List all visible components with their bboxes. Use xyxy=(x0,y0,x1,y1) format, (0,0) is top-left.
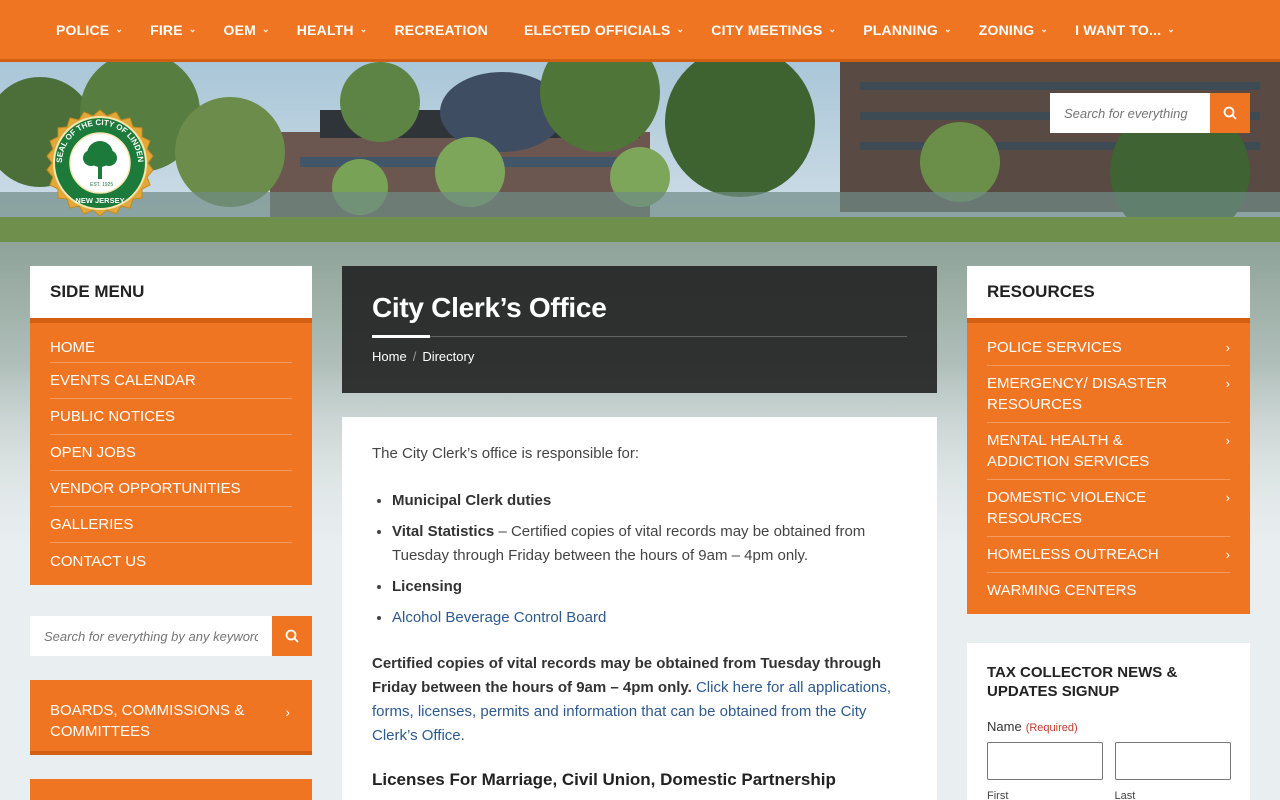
side-menu-title: SIDE MENU xyxy=(30,266,312,323)
tax-signup-form: TAX COLLECTOR NEWS & UPDATES SIGNUP Name… xyxy=(967,643,1250,800)
side-menu-item-contact-us[interactable]: CONTACT US xyxy=(50,543,292,579)
licenses-heading: Licenses For Marriage, Civil Union, Dome… xyxy=(372,770,836,789)
resource-item-police-services[interactable]: POLICE SERVICES › xyxy=(987,337,1230,366)
side-menu-item-home[interactable]: HOME xyxy=(50,333,292,363)
city-seal-logo[interactable]: SEAL OF THE CITY OF LINDEN EST. 1925 NEW… xyxy=(45,108,155,218)
name-sublabels: First Last xyxy=(987,790,1230,800)
chevron-down-icon: ⌄ xyxy=(828,24,837,34)
breadcrumb: Home / Directory xyxy=(372,349,907,364)
nav-police[interactable]: POLICE ⌄ xyxy=(56,22,123,38)
signup-title: TAX COLLECTOR NEWS & UPDATES SIGNUP xyxy=(987,664,1178,700)
header-search xyxy=(1050,93,1250,133)
side-menu-item-events-calendar[interactable]: EVENTS CALENDAR xyxy=(50,363,292,399)
resource-item-emergency-disaster[interactable]: EMERGENCY/ DISASTER RESOURCES › xyxy=(987,366,1230,423)
last-name-field[interactable] xyxy=(1115,742,1231,780)
resources-list: POLICE SERVICES › EMERGENCY/ DISASTER RES… xyxy=(967,323,1250,614)
last-sublabel: Last xyxy=(1114,790,1136,800)
resource-item-warming-centers[interactable]: WARMING CENTERS xyxy=(987,573,1230,608)
chevron-right-icon: › xyxy=(285,704,290,720)
resources-panel: RESOURCES POLICE SERVICES › EMERGENCY/ DI… xyxy=(967,266,1250,614)
side-search xyxy=(30,616,312,656)
side-menu-item-vendor-opportunities[interactable]: VENDOR OPPORTUNITIES xyxy=(50,471,292,507)
side-menu: SIDE MENU HOME EVENTS CALENDAR PUBLIC NO… xyxy=(30,266,312,585)
list-item: Alcohol Beverage Control Board xyxy=(392,606,907,630)
chevron-right-icon: › xyxy=(1225,547,1230,562)
main-content: The City Clerk’s office is responsible f… xyxy=(342,417,937,800)
nav-fire[interactable]: FIRE ⌄ xyxy=(150,22,196,38)
first-sublabel: First xyxy=(987,790,1009,800)
nav-elected-officials[interactable]: ELECTED OFFICIALS ⌄ xyxy=(524,22,684,38)
chevron-down-icon: ⌄ xyxy=(262,24,270,34)
list-item: Licensing xyxy=(392,575,907,599)
boards-label: BOARDS, COMMISSIONS & COMMITTEES xyxy=(50,702,245,740)
nav-planning[interactable]: PLANNING ⌄ xyxy=(863,22,951,38)
resource-item-homeless-outreach[interactable]: HOMELESS OUTREACH › xyxy=(987,537,1230,573)
resources-title: RESOURCES xyxy=(967,266,1250,323)
header-search-input[interactable] xyxy=(1050,93,1210,133)
search-icon xyxy=(285,629,299,643)
name-label: Name (Required) xyxy=(987,719,1078,734)
intro-text: The City Clerk’s office is responsible f… xyxy=(372,445,640,462)
chevron-down-icon: ⌄ xyxy=(676,24,685,34)
chevron-down-icon: ⌄ xyxy=(1167,24,1176,34)
chevron-down-icon: ⌄ xyxy=(115,24,124,34)
vital-records-paragraph: Certified copies of vital records may be… xyxy=(372,655,892,744)
breadcrumb-home[interactable]: Home xyxy=(372,349,407,364)
city-seal-icon: SEAL OF THE CITY OF LINDEN EST. 1925 NEW… xyxy=(46,109,154,217)
name-fields xyxy=(987,742,1231,780)
chevron-right-icon: › xyxy=(1225,490,1230,505)
list-item: Municipal Clerk duties xyxy=(392,489,907,513)
chevron-right-icon: › xyxy=(1225,433,1230,448)
resource-item-domestic-violence[interactable]: DOMESTIC VIOLENCE RESOURCES › xyxy=(987,480,1230,537)
required-marker: (Required) xyxy=(1025,722,1078,734)
side-menu-item-public-notices[interactable]: PUBLIC NOTICES xyxy=(50,399,292,435)
first-name-field[interactable] xyxy=(987,742,1103,780)
top-nav: POLICE ⌄ FIRE ⌄ OEM ⌄ HEALTH ⌄ RECREATION EL… xyxy=(0,0,1280,62)
title-divider xyxy=(372,335,907,338)
nav-zoning[interactable]: ZONING ⌄ xyxy=(979,22,1048,38)
svg-text:EST.: EST. xyxy=(90,182,101,188)
chevron-down-icon: ⌄ xyxy=(943,24,952,34)
resource-item-mental-health[interactable]: MENTAL HEALTH & ADDICTION SERVICES › xyxy=(987,423,1230,480)
side-menu-item-galleries[interactable]: GALLERIES xyxy=(50,507,292,543)
side-search-button[interactable] xyxy=(272,616,312,656)
svg-text:1925: 1925 xyxy=(102,182,113,188)
page-title: City Clerk’s Office xyxy=(372,292,607,323)
nav-city-meetings[interactable]: CITY MEETINGS ⌄ xyxy=(711,22,836,38)
nav-recreation[interactable]: RECREATION xyxy=(394,22,488,38)
responsibilities-list: Municipal Clerk duties Vital Statistics … xyxy=(372,489,907,630)
header-search-button[interactable] xyxy=(1210,93,1250,133)
side-search-input[interactable] xyxy=(30,616,272,656)
chevron-right-icon: › xyxy=(1225,340,1230,355)
next-side-panel xyxy=(30,779,312,800)
search-icon xyxy=(1223,106,1237,120)
nav-i-want-to[interactable]: I WANT TO... ⌄ xyxy=(1075,22,1175,38)
chevron-down-icon: ⌄ xyxy=(359,24,368,34)
side-menu-item-open-jobs[interactable]: OPEN JOBS xyxy=(50,435,292,471)
nav-oem[interactable]: OEM ⌄ xyxy=(224,22,270,38)
side-menu-list: HOME EVENTS CALENDAR PUBLIC NOTICES OPEN… xyxy=(30,323,312,585)
page-title-box: City Clerk’s Office Home / Directory xyxy=(342,266,937,393)
chevron-down-icon: ⌄ xyxy=(1040,24,1049,34)
chevron-down-icon: ⌄ xyxy=(188,24,197,34)
nav-health[interactable]: HEALTH ⌄ xyxy=(297,22,368,38)
breadcrumb-separator: / xyxy=(412,349,417,364)
boards-commissions-button[interactable]: BOARDS, COMMISSIONS & COMMITTEES › xyxy=(30,680,312,755)
svg-text:NEW JERSEY: NEW JERSEY xyxy=(75,196,124,205)
chevron-right-icon: › xyxy=(1225,376,1230,391)
list-item: Vital Statistics – Certified copies of v… xyxy=(392,520,907,568)
breadcrumb-directory[interactable]: Directory xyxy=(422,349,474,364)
abc-board-link[interactable]: Alcohol Beverage Control Board xyxy=(392,609,606,626)
